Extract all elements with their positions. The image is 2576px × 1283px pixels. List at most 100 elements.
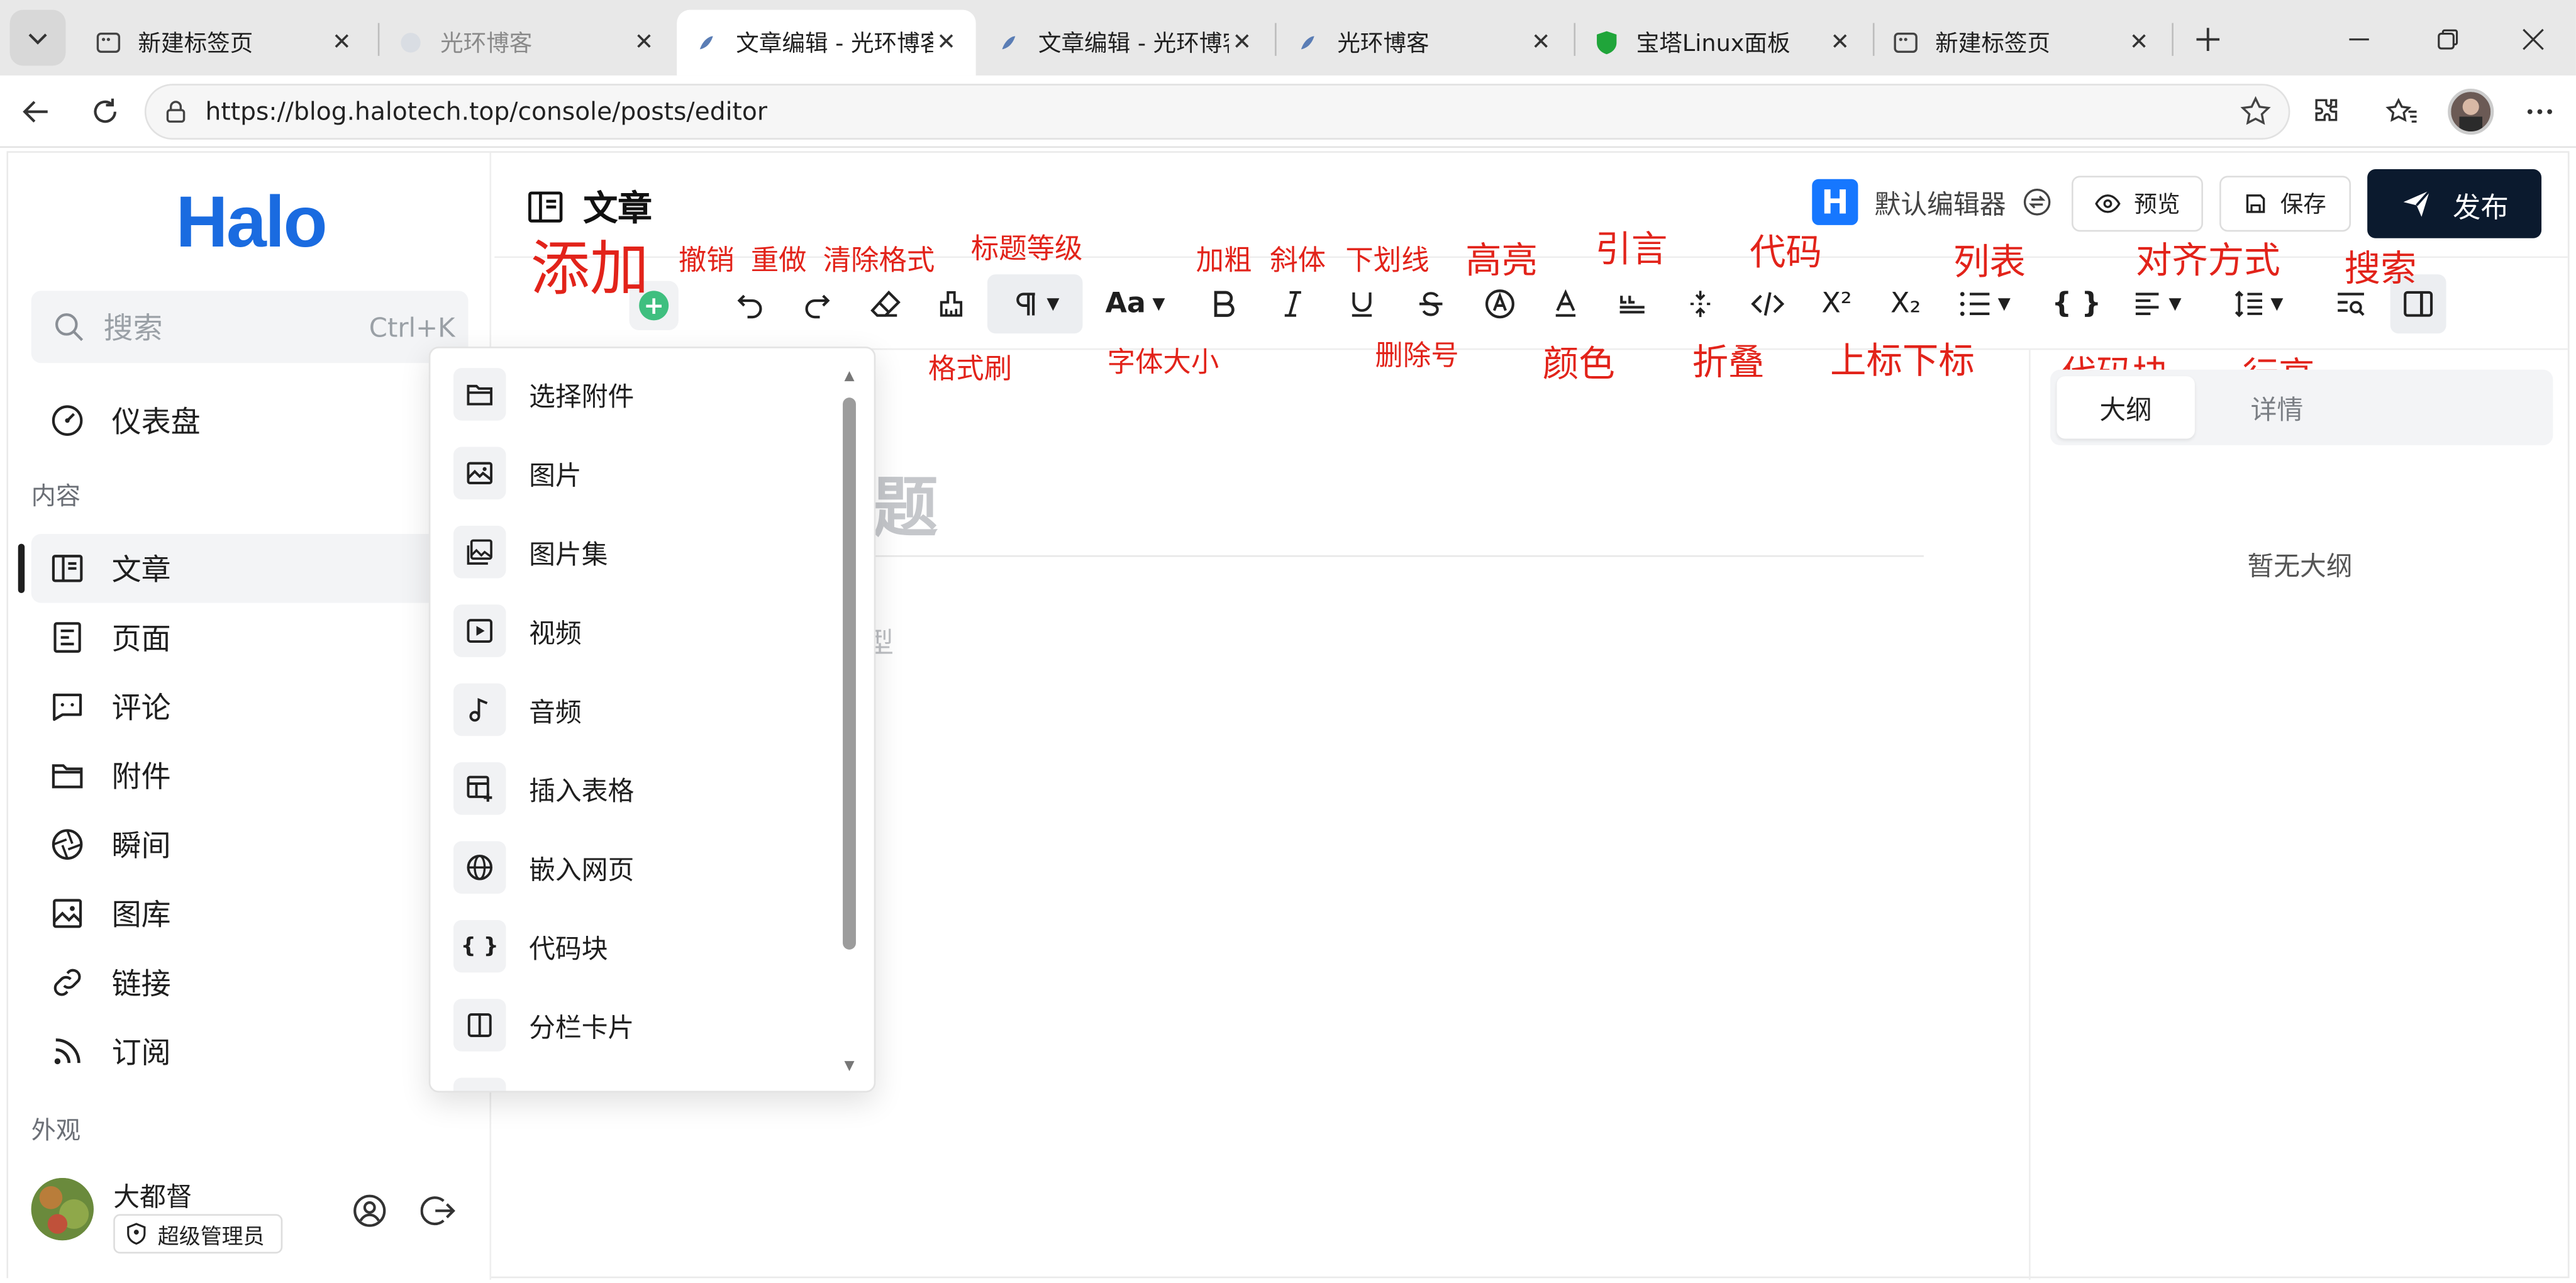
annotation-list: 列表 bbox=[1953, 243, 2026, 284]
menu-item-attachment[interactable]: 选择附件 bbox=[453, 362, 841, 427]
inline-code-button[interactable] bbox=[1740, 274, 1796, 333]
browser-tab-active[interactable]: 文章编辑 - 光环博客 ✕ bbox=[677, 9, 976, 76]
annotation-painter: 格式刷 bbox=[928, 353, 1013, 386]
browser-tab[interactable]: 宝塔Linux面板 ✕ bbox=[1577, 10, 1870, 75]
highlight-button[interactable] bbox=[1474, 274, 1526, 333]
menu-item-gallery[interactable]: 图片集 bbox=[453, 519, 841, 584]
tab-close-icon[interactable]: ✕ bbox=[1827, 30, 1853, 56]
tab-close-icon[interactable]: ✕ bbox=[1528, 30, 1554, 56]
fold-button[interactable] bbox=[1674, 274, 1727, 333]
favorites-icon[interactable] bbox=[2379, 89, 2424, 135]
sidebar-item-comments[interactable]: 评论 bbox=[31, 672, 469, 741]
browser-tab[interactable]: 新建标签页 ✕ bbox=[1876, 10, 2168, 75]
menu-item-label: 选择附件 bbox=[529, 381, 635, 413]
sidebar-item-moments[interactable]: 瞬间 bbox=[31, 810, 469, 879]
halo-logo[interactable]: Halo bbox=[176, 182, 328, 265]
newtab-icon bbox=[1892, 30, 1919, 56]
minimize-icon[interactable] bbox=[2336, 16, 2382, 62]
heading-level-dropdown[interactable]: ▼ bbox=[987, 274, 1083, 334]
tab-close-icon[interactable]: ✕ bbox=[933, 30, 960, 56]
menu-item-embed[interactable]: 嵌入网页 bbox=[453, 835, 841, 900]
bookmark-star-icon[interactable] bbox=[2239, 96, 2272, 128]
extensions-puzzle-icon[interactable] bbox=[2303, 89, 2349, 135]
sidebar-item-label: 瞬间 bbox=[111, 830, 171, 865]
editor-selector[interactable]: H 默认编辑器 bbox=[1812, 179, 2051, 225]
menu-item-audio[interactable]: 音频 bbox=[453, 677, 841, 742]
preview-button[interactable]: 预览 bbox=[2071, 175, 2203, 232]
undo-button[interactable] bbox=[724, 274, 777, 333]
superscript-button[interactable]: X² bbox=[1809, 274, 1865, 333]
sidebar-item-links[interactable]: 链接 bbox=[31, 948, 469, 1017]
font-color-button[interactable] bbox=[1540, 274, 1592, 333]
menu-scrollbar[interactable]: ▲ ▼ bbox=[841, 368, 857, 1073]
globe-icon bbox=[453, 841, 506, 894]
line-height-dropdown[interactable]: ▼ bbox=[2223, 274, 2295, 333]
caret-down-icon: ▼ bbox=[1152, 294, 1165, 313]
scroll-up-icon[interactable]: ▲ bbox=[841, 368, 857, 383]
browser-tab[interactable]: 光环博客 ✕ bbox=[381, 10, 674, 75]
eye-icon bbox=[2095, 191, 2121, 217]
browser-tab[interactable]: 新建标签页 ✕ bbox=[79, 10, 371, 75]
font-size-dropdown[interactable]: Aa ▼ bbox=[1099, 274, 1172, 333]
tab-detail[interactable]: 详情 bbox=[2208, 376, 2346, 438]
browser-tab[interactable]: 文章编辑 - 光环博客 ✕ bbox=[979, 10, 1272, 75]
logout-icon[interactable] bbox=[419, 1191, 458, 1231]
more-menu-icon[interactable] bbox=[2517, 89, 2563, 135]
format-painter-button[interactable] bbox=[925, 274, 978, 333]
scroll-down-icon[interactable]: ▼ bbox=[841, 1058, 857, 1073]
align-dropdown[interactable]: ▼ bbox=[2121, 274, 2193, 333]
sidebar-item-photos[interactable]: 图库 bbox=[31, 879, 469, 948]
new-tab-plus-icon[interactable] bbox=[2185, 16, 2231, 62]
underline-button[interactable] bbox=[1336, 274, 1389, 333]
url-field[interactable]: https://blog.halotech.top/console/posts/… bbox=[144, 84, 2290, 140]
menu-item-codeblock[interactable]: { } 代码块 bbox=[453, 913, 841, 979]
blockquote-button[interactable] bbox=[1605, 274, 1658, 333]
user-profile-icon[interactable] bbox=[350, 1191, 389, 1231]
lock-icon[interactable] bbox=[163, 99, 189, 125]
subscript-button[interactable]: X₂ bbox=[1878, 274, 1934, 333]
close-window-icon[interactable] bbox=[2510, 16, 2556, 62]
refresh-icon[interactable] bbox=[82, 89, 128, 135]
menu-item-label: 嵌入网页 bbox=[529, 854, 635, 886]
sidebar-search[interactable]: 搜索 Ctrl+K bbox=[31, 291, 469, 364]
tab-list-dropdown-button[interactable] bbox=[9, 9, 66, 66]
sidebar-item-subscribe[interactable]: 订阅 bbox=[31, 1017, 469, 1086]
annotation-redo: 重做 bbox=[750, 245, 807, 278]
clear-format-button[interactable] bbox=[859, 274, 912, 333]
caret-down-icon: ▼ bbox=[2270, 294, 2284, 313]
annotation-underline: 下划线 bbox=[1345, 245, 1430, 278]
title-placeholder[interactable]: 题 bbox=[872, 455, 938, 551]
strikethrough-button[interactable] bbox=[1404, 274, 1457, 333]
menu-item-table[interactable]: 插入表格 bbox=[453, 756, 841, 821]
bold-button[interactable] bbox=[1197, 274, 1250, 333]
folder-icon bbox=[453, 368, 506, 421]
back-arrow-icon[interactable] bbox=[13, 89, 59, 135]
tab-close-icon[interactable]: ✕ bbox=[2126, 30, 2152, 56]
sidebar-item-attachments[interactable]: 附件 bbox=[31, 741, 469, 810]
profile-avatar[interactable] bbox=[2448, 89, 2494, 135]
tab-close-icon[interactable]: ✕ bbox=[631, 30, 657, 56]
sidebar-item-posts[interactable]: 文章 bbox=[31, 533, 469, 603]
current-user: 大都督 超级管理员 bbox=[28, 1175, 471, 1267]
user-avatar[interactable] bbox=[31, 1177, 94, 1241]
publish-button[interactable]: 发布 bbox=[2367, 169, 2542, 238]
restore-icon[interactable] bbox=[2425, 16, 2471, 62]
tab-outline[interactable]: 大纲 bbox=[2057, 376, 2195, 439]
menu-item-image[interactable]: 图片 bbox=[453, 440, 841, 506]
save-button[interactable]: 保存 bbox=[2219, 175, 2351, 232]
codeblock-icon: { } bbox=[453, 919, 506, 973]
sidebar-item-dashboard[interactable]: 仪表盘 bbox=[31, 386, 469, 455]
switch-icon bbox=[2023, 187, 2052, 217]
sidebar-item-pages[interactable]: 页面 bbox=[31, 603, 469, 672]
menu-item-video[interactable]: 视频 bbox=[453, 598, 841, 664]
annotation-undo: 撤销 bbox=[678, 245, 735, 278]
tab-close-icon[interactable]: ✕ bbox=[1229, 30, 1255, 56]
italic-button[interactable] bbox=[1267, 274, 1319, 333]
code-block-button[interactable]: { } bbox=[2048, 274, 2104, 333]
redo-button[interactable] bbox=[790, 274, 843, 333]
menu-item-columns[interactable]: 分栏卡片 bbox=[453, 992, 841, 1058]
tab-close-icon[interactable]: ✕ bbox=[328, 30, 355, 56]
scroll-thumb[interactable] bbox=[843, 397, 856, 950]
browser-tab[interactable]: 光环博客 ✕ bbox=[1278, 10, 1570, 75]
sidebar-item-label: 页面 bbox=[111, 623, 171, 657]
